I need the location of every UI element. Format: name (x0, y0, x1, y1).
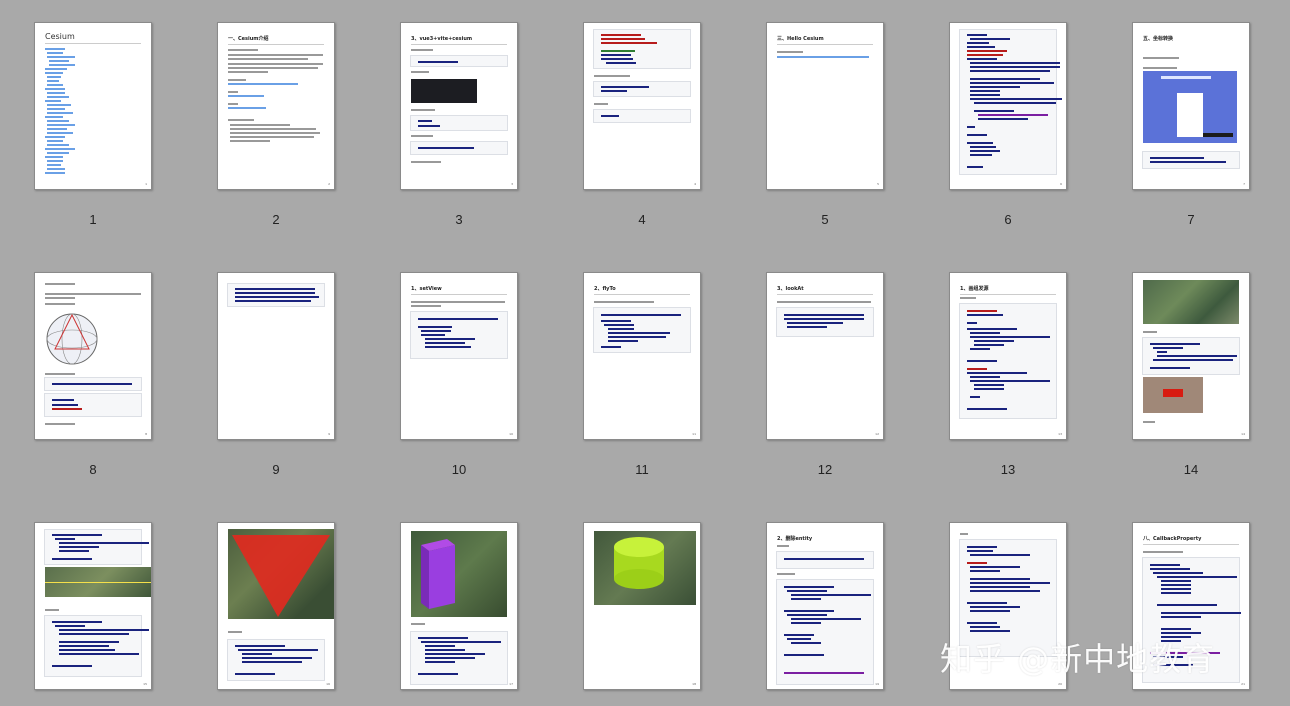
page-title: 1、setView (411, 286, 442, 292)
page-title: 3、lookAt (777, 286, 804, 292)
page-number-label: 13 (1000, 462, 1016, 477)
cylinder-image (594, 531, 696, 605)
page-number-label: 7 (1187, 212, 1195, 227)
box-image (411, 531, 507, 617)
page-title: 三、Hello Cesium (777, 36, 824, 42)
page-preview: 8 (34, 272, 152, 440)
page-number-label: 6 (1004, 212, 1012, 227)
page-title: Cesium (45, 32, 75, 41)
page-title: 五、坐标转换 (1143, 36, 1174, 42)
page-title: 一、Cesium介绍 (228, 36, 269, 42)
page-preview: 一、Cesium介绍 2 (217, 22, 335, 190)
page-preview: 18 (583, 522, 701, 690)
terrain-image (1143, 280, 1239, 324)
page-preview: 6 (949, 22, 1067, 190)
coordinate-figure (1143, 71, 1237, 143)
page-title: 八、CallbackProperty (1143, 536, 1202, 542)
page-number-label: 14 (1183, 462, 1199, 477)
page-preview: 2、flyTo 11 (583, 272, 701, 440)
page-preview: 三、Hello Cesium 5 (766, 22, 884, 190)
page-number-label: 12 (817, 462, 833, 477)
label-image (1143, 377, 1203, 413)
page-number-label: 3 (455, 212, 463, 227)
page-preview: 15 (34, 522, 152, 690)
watermark: 知乎 @新中地教育 (940, 640, 1216, 678)
page-title: 2、flyTo (594, 286, 616, 292)
page-number-label: 1 (89, 212, 97, 227)
page-preview: Cesium 1 (34, 22, 152, 190)
page-number-label: 4 (638, 212, 646, 227)
page-title: 1、画组发源 (960, 286, 989, 292)
page-preview: 14 (1132, 272, 1250, 440)
page-number-label: 10 (451, 462, 467, 477)
thumbnail-grid: Cesium 1 1 一、Cesium介绍 2 2 3、vue3+vite+ce… (0, 0, 1290, 706)
polyline-image (45, 567, 151, 597)
page-preview: 3、vue3+vite+cesium 3 (400, 22, 518, 190)
page-number-label: 9 (272, 462, 280, 477)
page-preview: 2、删除entity 19 (766, 522, 884, 690)
page-preview: 4 (583, 22, 701, 190)
page-preview: 五、坐标转换 7 (1132, 22, 1250, 190)
page-title: 3、vue3+vite+cesium (411, 36, 473, 42)
page-preview: 9 (217, 272, 335, 440)
page-preview: 1、setView 10 (400, 272, 518, 440)
page-preview: 1、画组发源 13 (949, 272, 1067, 440)
globe-figure (46, 313, 98, 365)
page-preview: 16 (217, 522, 335, 690)
page-title: 2、删除entity (777, 536, 813, 542)
page-number-label: 11 (635, 462, 649, 477)
page-number-label: 2 (272, 212, 280, 227)
page-number-label: 5 (821, 212, 829, 227)
page-number-label: 8 (89, 462, 97, 477)
page-preview: 17 (400, 522, 518, 690)
page-preview: 3、lookAt 12 (766, 272, 884, 440)
triangle-image (228, 529, 334, 619)
